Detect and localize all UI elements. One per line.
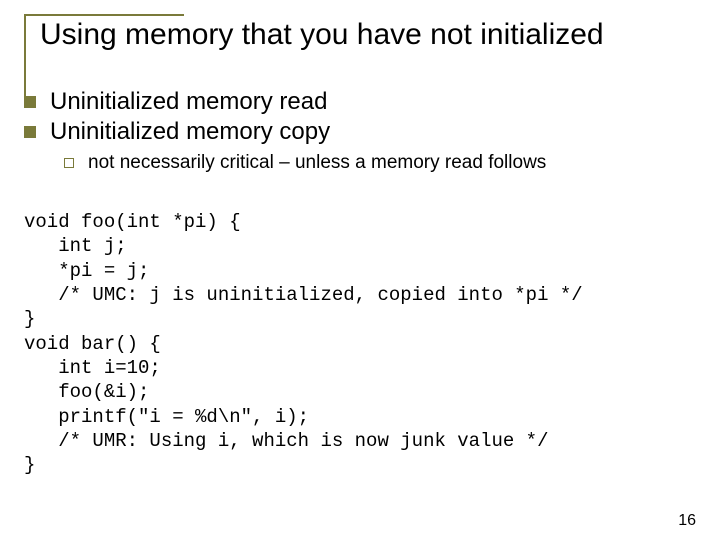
list-item: Uninitialized memory copy bbox=[24, 118, 546, 146]
list-item: Uninitialized memory read bbox=[24, 88, 546, 116]
bullet-label: Uninitialized memory copy bbox=[50, 118, 330, 146]
sub-list-item: not necessarily critical – unless a memo… bbox=[64, 152, 546, 174]
square-bullet-icon bbox=[24, 96, 36, 108]
code-block: void foo(int *pi) { int j; *pi = j; /* U… bbox=[24, 210, 583, 477]
sub-bullet-label: not necessarily critical – unless a memo… bbox=[88, 152, 546, 174]
hollow-square-bullet-icon bbox=[64, 158, 74, 168]
bullet-label: Uninitialized memory read bbox=[50, 88, 327, 116]
page-number: 16 bbox=[678, 512, 696, 530]
bullet-list: Uninitialized memory read Uninitialized … bbox=[24, 88, 546, 174]
slide-title: Using memory that you have not initializ… bbox=[40, 16, 604, 54]
square-bullet-icon bbox=[24, 126, 36, 138]
